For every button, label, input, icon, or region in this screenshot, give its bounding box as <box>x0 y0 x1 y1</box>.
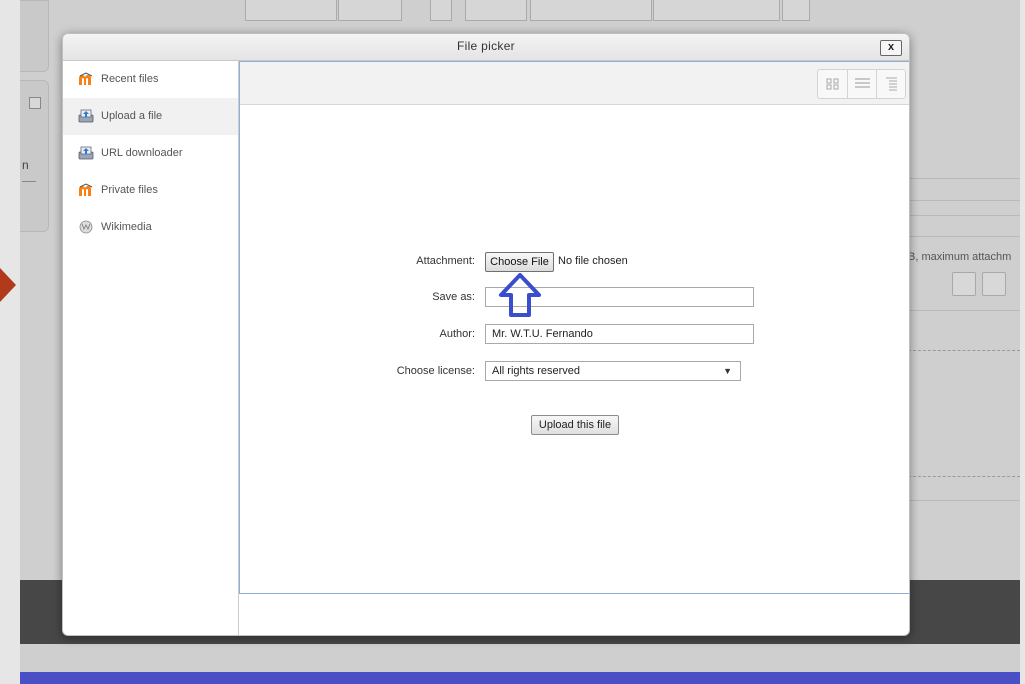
sidebar-item-url-downloader[interactable]: URL downloader <box>63 135 238 172</box>
background-divider <box>908 236 1020 237</box>
background-icons-view-icon <box>952 272 976 296</box>
save-as-label: Save as: <box>432 291 475 303</box>
background-divider <box>22 181 36 182</box>
file-picker-dialog: File picker x Recent files Upload a file <box>62 33 910 636</box>
sidebar-item-recent-files[interactable]: Recent files <box>63 61 238 98</box>
background-blue-bar <box>20 672 1020 684</box>
background-divider <box>908 178 1020 179</box>
license-label: Choose license: <box>396 365 475 377</box>
sidebar-item-label: Private files <box>101 184 158 196</box>
upload-this-file-button[interactable]: Upload this file <box>531 415 619 435</box>
no-file-status: No file chosen <box>558 255 628 267</box>
sidebar-item-label: Recent files <box>101 73 159 85</box>
sidebar-item-private-files[interactable]: Private files <box>63 172 238 209</box>
pointer-arrow-icon <box>0 268 16 302</box>
moodle-icon <box>79 183 93 196</box>
choose-file-button[interactable]: Choose File <box>485 252 554 272</box>
background-editor-toolbar <box>240 0 810 22</box>
sidebar-item-upload-a-file[interactable]: Upload a file <box>63 98 238 135</box>
background-dropzone-border <box>908 350 1020 351</box>
url-download-icon <box>78 146 94 160</box>
attachment-label: Attachment: <box>416 255 475 267</box>
upload-form: Attachment: Choose File No file chosen S… <box>240 62 909 593</box>
license-select-value: All rights reserved <box>492 365 581 377</box>
upload-icon <box>78 109 94 123</box>
wikimedia-icon <box>79 220 93 234</box>
close-button[interactable]: x <box>880 40 902 56</box>
background-divider <box>908 200 1020 201</box>
sidebar-item-label: Wikimedia <box>101 221 152 233</box>
moodle-icon <box>79 72 93 85</box>
license-select[interactable]: All rights reserved ▼ <box>485 361 741 381</box>
sidebar-item-label: URL downloader <box>101 147 183 159</box>
collapse-icon <box>29 97 41 109</box>
background-divider <box>908 500 1020 501</box>
background-divider <box>908 215 1020 216</box>
dialog-header: File picker x <box>63 34 909 61</box>
background-card <box>20 0 49 72</box>
background-dropzone-border <box>908 476 1020 477</box>
author-input[interactable]: Mr. W.T.U. Fernando <box>485 324 754 344</box>
background-text: n <box>22 158 29 172</box>
sidebar-item-label: Upload a file <box>101 110 163 122</box>
dialog-title: File picker <box>457 39 515 53</box>
background-max-attachments-text: B, maximum attachm <box>908 251 1012 263</box>
annotation-up-arrow-icon <box>499 273 541 317</box>
background-list-view-icon <box>982 272 1006 296</box>
background-divider <box>908 310 1020 311</box>
author-label: Author: <box>439 328 475 340</box>
upload-panel: Attachment: Choose File No file chosen S… <box>239 61 909 594</box>
content-area: Attachment: Choose File No file chosen S… <box>238 61 909 635</box>
dropdown-arrow-icon: ▼ <box>723 366 732 376</box>
sidebar-item-wikimedia[interactable]: Wikimedia <box>63 209 238 246</box>
repository-sidebar: Recent files Upload a file URL downloade… <box>63 61 238 635</box>
